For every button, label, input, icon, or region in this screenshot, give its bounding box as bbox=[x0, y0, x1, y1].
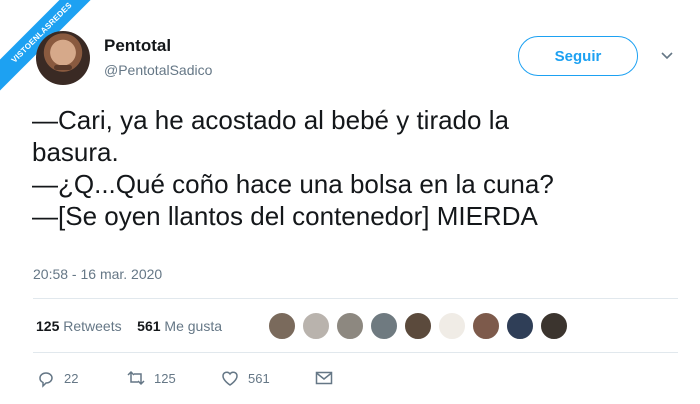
liker-avatar[interactable] bbox=[506, 312, 534, 340]
divider bbox=[33, 298, 678, 299]
liker-avatar[interactable] bbox=[336, 312, 364, 340]
liker-avatar[interactable] bbox=[302, 312, 330, 340]
tweet-card: VISTOENLASREDES .com Pentotal @PentotalS… bbox=[0, 0, 700, 404]
like-button[interactable]: 561 bbox=[220, 368, 270, 388]
tweet-line: —[Se oyen llantos del contenedor] MIERDA bbox=[32, 201, 538, 231]
divider bbox=[33, 352, 678, 353]
liker-avatar[interactable] bbox=[472, 312, 500, 340]
liker-avatar[interactable] bbox=[370, 312, 398, 340]
message-button[interactable] bbox=[314, 368, 334, 388]
liker-avatar[interactable] bbox=[404, 312, 432, 340]
likes-label[interactable]: Me gusta bbox=[164, 318, 222, 334]
like-count: 561 bbox=[248, 370, 270, 386]
liker-avatar[interactable] bbox=[268, 312, 296, 340]
retweet-button[interactable]: 125 bbox=[126, 368, 176, 388]
avatar[interactable] bbox=[36, 31, 90, 85]
retweet-icon bbox=[127, 370, 145, 386]
reply-count: 22 bbox=[64, 370, 79, 386]
timestamp[interactable]: 20:58 - 16 mar. 2020 bbox=[33, 266, 162, 282]
author-handle[interactable]: @PentotalSadico bbox=[104, 62, 212, 78]
retweet-count: 125 bbox=[154, 370, 176, 386]
chevron-down-icon[interactable] bbox=[660, 48, 674, 62]
likes-count[interactable]: 561 bbox=[137, 318, 160, 334]
follow-button[interactable]: Seguir bbox=[518, 36, 638, 76]
author-name[interactable]: Pentotal bbox=[104, 36, 171, 56]
retweets-count[interactable]: 125 bbox=[36, 318, 59, 334]
liker-avatar[interactable] bbox=[438, 312, 466, 340]
tweet-line: —Cari, ya he acostado al bebé y tirado l… bbox=[32, 105, 509, 135]
tweet-text: —Cari, ya he acostado al bebé y tirado l… bbox=[32, 104, 682, 232]
envelope-icon bbox=[315, 371, 333, 385]
heart-icon bbox=[222, 371, 238, 386]
reply-icon bbox=[39, 372, 53, 388]
tweet-line: basura. bbox=[32, 137, 119, 167]
engagement-stats: 125 Retweets 561 Me gusta bbox=[36, 318, 222, 334]
liker-avatar[interactable] bbox=[540, 312, 568, 340]
tweet-line: —¿Q...Qué coño hace una bolsa en la cuna… bbox=[32, 169, 554, 199]
retweets-label[interactable]: Retweets bbox=[63, 318, 121, 334]
reply-button[interactable]: 22 bbox=[36, 368, 78, 388]
